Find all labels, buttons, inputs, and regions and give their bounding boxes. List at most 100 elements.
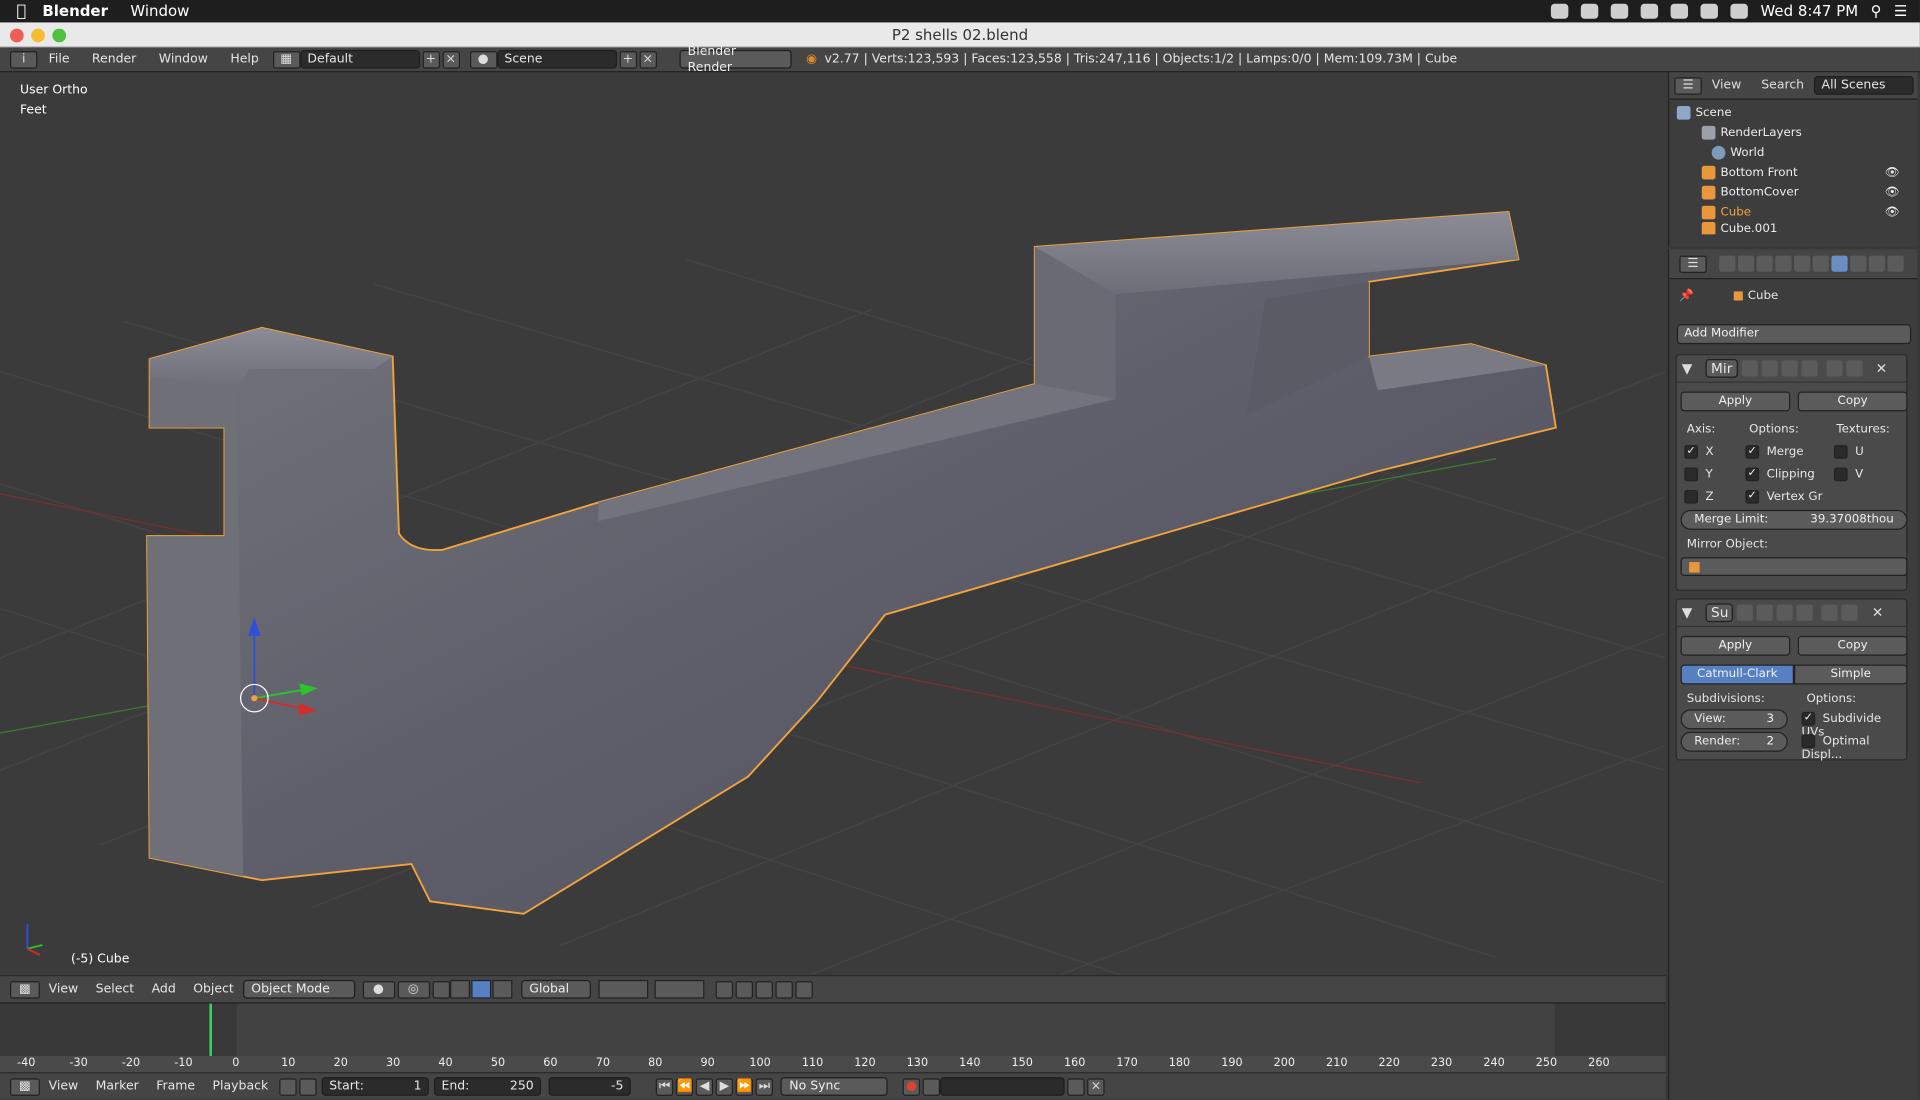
play-reverse-icon[interactable]: ◀	[695, 1077, 714, 1096]
jump-keyframe-forward-icon[interactable]: ⏩	[735, 1077, 754, 1096]
simple-tab[interactable]: Simple	[1794, 664, 1908, 685]
jump-start-icon[interactable]: ⏮	[655, 1077, 674, 1096]
use-preview-range-icon[interactable]	[279, 1077, 297, 1096]
render-layers-tab-icon[interactable]	[1737, 255, 1755, 272]
window-menu[interactable]: Window	[130, 2, 189, 19]
record-icon[interactable]: ●	[902, 1077, 921, 1096]
spotlight-icon[interactable]: ⚲	[1871, 2, 1882, 19]
add-modifier-button[interactable]: Add Modifier	[1676, 324, 1912, 345]
wifi-icon[interactable]	[1700, 3, 1719, 19]
lock-time-icon[interactable]	[299, 1077, 317, 1096]
outliner-item-bottom-front[interactable]: Bottom Front 👁	[1669, 162, 1917, 182]
vertex-groups-checkbox[interactable]: ✓ Vertex Gr	[1745, 489, 1822, 504]
constraints-tab-icon[interactable]	[1812, 255, 1829, 272]
outliner-editor-type-icon[interactable]: ☰	[1674, 76, 1702, 95]
timeline-menu-marker[interactable]: Marker	[87, 1080, 148, 1094]
outliner-menu-view[interactable]: View	[1702, 79, 1752, 93]
snap-icon[interactable]	[754, 980, 773, 998]
axis-z-checkbox[interactable]: Z	[1684, 489, 1714, 504]
play-icon[interactable]: ▶	[715, 1077, 734, 1096]
mirror-copy-button[interactable]: Copy	[1797, 391, 1908, 412]
editmode-toggle-icon[interactable]	[1780, 360, 1798, 377]
render-engine-select[interactable]: Blender Render	[678, 44, 792, 74]
timeline-menu-playback[interactable]: Playback	[204, 1080, 277, 1094]
scene-tab-icon[interactable]	[1756, 255, 1773, 272]
render-preview-icon[interactable]	[774, 980, 793, 998]
mirror-apply-button[interactable]: Apply	[1680, 391, 1791, 412]
render-toggle-icon[interactable]	[1737, 604, 1754, 621]
subsurf-name-field[interactable]: Su	[1706, 603, 1734, 623]
visibility-eye-icon[interactable]: 👁	[1885, 205, 1900, 219]
menu-help[interactable]: Help	[219, 52, 270, 66]
layers-grid[interactable]	[597, 979, 705, 999]
cage-toggle-icon[interactable]	[1800, 360, 1818, 377]
timeline-ruler[interactable]: -40 -30 -20 -10 0 10 20 30 40 50 60 70 80 90 100 110 120…	[0, 1055, 1666, 1074]
material-tab-icon[interactable]	[1868, 255, 1886, 272]
minimize-window-icon[interactable]	[31, 28, 45, 43]
render-levels-field[interactable]: Render: 2	[1680, 731, 1788, 752]
editor-type-icon[interactable]: i	[9, 50, 38, 68]
merge-limit-field[interactable]: Merge Limit: 39.37008thou	[1680, 509, 1908, 530]
add-layout-icon[interactable]: +	[422, 50, 440, 68]
clipping-checkbox[interactable]: ✓ Clipping	[1745, 467, 1815, 482]
timeline-editor-type-icon[interactable]: ▩	[9, 1077, 40, 1096]
collapse-arrow-icon[interactable]: ▼	[1682, 605, 1693, 621]
creative-cloud-icon[interactable]	[1551, 3, 1569, 19]
move-up-icon[interactable]	[1825, 360, 1843, 377]
cage-toggle-icon[interactable]	[1797, 604, 1814, 621]
jump-end-icon[interactable]: ⏭	[755, 1077, 774, 1096]
scene-icon[interactable]: ●	[469, 50, 497, 68]
mirror-name-field[interactable]: Mir	[1706, 359, 1738, 378]
outliner-item-renderlayers[interactable]: RenderLayers	[1669, 122, 1917, 142]
texture-u-checkbox[interactable]: U	[1833, 445, 1864, 459]
apple-menu-icon[interactable]: 	[0, 2, 42, 21]
jump-keyframe-back-icon[interactable]: ⏪	[675, 1077, 694, 1096]
volume-icon[interactable]	[1730, 3, 1749, 19]
outliner-menu-search[interactable]: Search	[1751, 79, 1814, 93]
move-down-icon[interactable]	[1845, 360, 1863, 377]
menu-add[interactable]: Add	[143, 982, 185, 996]
remove-layout-icon[interactable]: ×	[442, 50, 460, 68]
lock-layer-icon[interactable]	[715, 980, 733, 998]
menu-select[interactable]: Select	[87, 982, 143, 996]
camera-render-icon[interactable]	[794, 980, 813, 998]
realtime-toggle-icon[interactable]	[1761, 360, 1778, 377]
mirror-object-field[interactable]: ■	[1680, 557, 1908, 576]
shading-icon[interactable]: ●	[362, 980, 395, 998]
app-menu[interactable]: Blender	[42, 2, 108, 19]
outliner[interactable]: ☰ View Search All Scenes Scene RenderLay…	[1668, 72, 1918, 247]
modifiers-tab-icon[interactable]	[1831, 255, 1848, 272]
outliner-item-world[interactable]: World	[1669, 142, 1917, 162]
bluetooth-icon[interactable]	[1670, 3, 1689, 19]
visibility-eye-icon[interactable]: 👁	[1885, 165, 1900, 179]
delete-keyframe-icon[interactable]: ×	[1087, 1077, 1105, 1096]
axis-x-checkbox[interactable]: ✓ X	[1684, 445, 1714, 459]
close-window-icon[interactable]	[9, 28, 24, 43]
outliner-item-scene[interactable]: Scene	[1669, 102, 1917, 122]
3d-editor-type-icon[interactable]: ▩	[9, 980, 40, 998]
texture-v-checkbox[interactable]: V	[1833, 467, 1863, 482]
world-tab-icon[interactable]	[1775, 255, 1792, 272]
catmull-clark-tab[interactable]: Catmull-Clark	[1680, 664, 1795, 685]
optimal-display-checkbox[interactable]: Optimal Displ...	[1801, 734, 1906, 762]
add-scene-icon[interactable]: +	[619, 50, 637, 68]
visibility-eye-icon[interactable]: 👁	[1885, 185, 1900, 199]
current-frame-marker[interactable]	[209, 1003, 213, 1056]
proportional-icon[interactable]	[734, 980, 753, 998]
outliner-scope-select[interactable]: All Scenes	[1814, 76, 1914, 95]
scene-field[interactable]: Scene	[496, 49, 617, 69]
view-levels-field[interactable]: View: 3	[1680, 709, 1788, 730]
remove-scene-icon[interactable]: ×	[639, 50, 657, 68]
zoom-window-icon[interactable]	[52, 28, 67, 43]
move-up-icon[interactable]	[1821, 604, 1839, 621]
keying-set-icon[interactable]	[922, 1077, 941, 1096]
object-tab-icon[interactable]	[1794, 255, 1811, 272]
outliner-item-cube[interactable]: Cube 👁	[1669, 202, 1917, 222]
texture-tab-icon[interactable]	[1887, 255, 1904, 272]
timeline[interactable]: -40 -30 -20 -10 0 10 20 30 40 50 60 70 80 90 100 110 120…	[0, 1002, 1666, 1074]
properties-editor-type-icon[interactable]: ☰	[1679, 254, 1707, 273]
camera-icon[interactable]	[1580, 3, 1599, 19]
remove-modifier-icon[interactable]: ✕	[1876, 360, 1887, 376]
remove-modifier-icon[interactable]: ✕	[1872, 605, 1883, 621]
rotate-icon[interactable]	[470, 979, 491, 999]
